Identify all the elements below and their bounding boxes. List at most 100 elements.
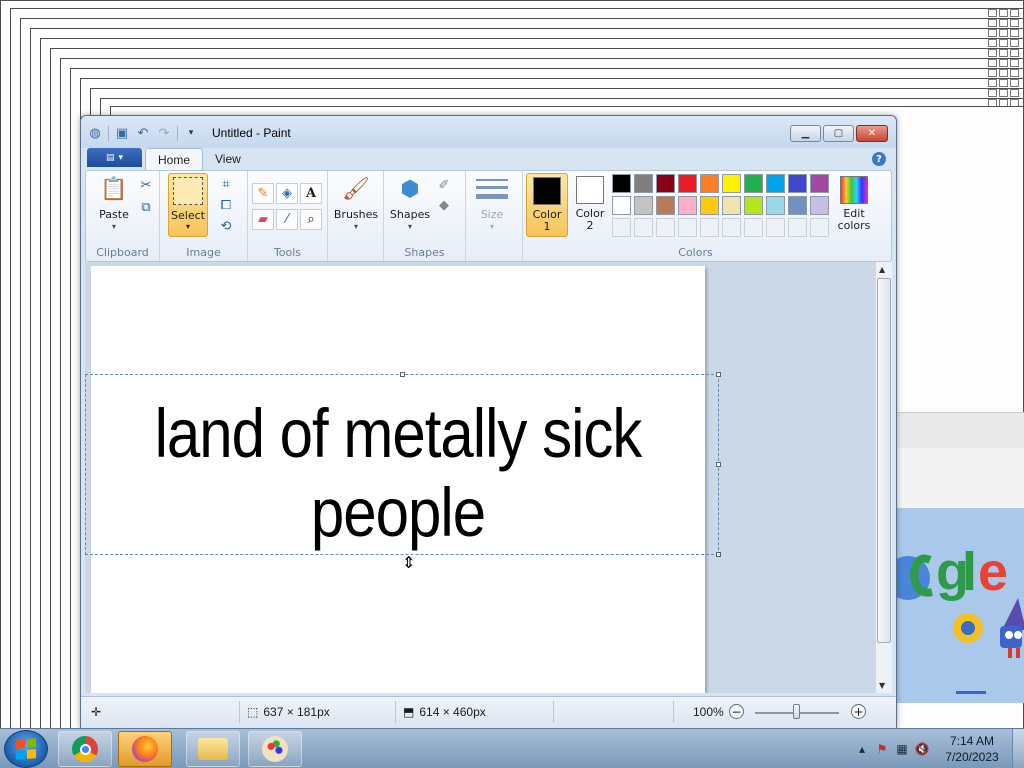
- shapes-label: Shapes: [389, 208, 431, 221]
- paint-app-icon[interactable]: ◍: [87, 125, 103, 141]
- palette-swatch[interactable]: [700, 174, 719, 193]
- divider: [239, 701, 240, 723]
- show-hidden-icons-icon[interactable]: ▴: [852, 739, 872, 759]
- selection-handle[interactable]: [716, 372, 721, 377]
- fill-icon[interactable]: ◈: [276, 183, 298, 204]
- clipboard-icon: 📋: [100, 177, 128, 202]
- title-bar[interactable]: ◍ ▣ ↶ ↷ ▾ Untitled - Paint ▁ ▢ ✕: [81, 116, 896, 148]
- outline-icon[interactable]: ✐: [434, 175, 454, 195]
- vertical-scrollbar[interactable]: ▲ ▼: [875, 262, 892, 693]
- palette-swatch[interactable]: [766, 174, 785, 193]
- redo-icon[interactable]: ↷: [156, 125, 172, 141]
- brushes-button[interactable]: 🖌 Brushes ▾: [334, 174, 378, 236]
- close-button[interactable]: ✕: [856, 125, 888, 142]
- zoom-in-button[interactable]: +: [851, 704, 866, 719]
- show-desktop-button[interactable]: [1012, 729, 1024, 768]
- custom-color-slot[interactable]: [678, 218, 697, 237]
- selection-handle[interactable]: [716, 462, 721, 467]
- volume-muted-icon[interactable]: 🔇: [912, 739, 932, 759]
- palette-swatch[interactable]: [810, 174, 829, 193]
- maximize-button[interactable]: ▢: [823, 125, 854, 142]
- palette-swatch[interactable]: [656, 196, 675, 215]
- taskbar-explorer[interactable]: [186, 731, 240, 767]
- clock[interactable]: 7:14 AM 7/20/2023: [932, 733, 1012, 765]
- image-group: Select ▾ ⌗ ⧠ ⟲ Image: [160, 171, 248, 261]
- palette-swatch[interactable]: [744, 196, 763, 215]
- custom-color-slot[interactable]: [788, 218, 807, 237]
- palette-swatch[interactable]: [634, 174, 653, 193]
- network-icon[interactable]: ▦: [892, 739, 912, 759]
- palette-swatch[interactable]: [722, 196, 741, 215]
- palette-swatch[interactable]: [788, 196, 807, 215]
- palette-swatch[interactable]: [788, 174, 807, 193]
- cut-icon[interactable]: ✂: [136, 175, 156, 195]
- action-center-icon[interactable]: ⚑: [872, 739, 892, 759]
- paint-icon: [262, 736, 288, 762]
- palette-swatch[interactable]: [810, 196, 829, 215]
- customize-toolbar-icon[interactable]: ▾: [183, 125, 199, 141]
- tab-home[interactable]: Home: [145, 148, 204, 170]
- custom-color-slot[interactable]: [612, 218, 631, 237]
- taskbar-chrome[interactable]: [58, 731, 112, 767]
- shapes-button[interactable]: ⬢ Shapes ▾: [388, 174, 432, 236]
- palette-swatch[interactable]: [612, 174, 631, 193]
- color2-button[interactable]: Color 2: [569, 173, 611, 237]
- zoom-out-button[interactable]: −: [729, 704, 744, 719]
- palette-swatch[interactable]: [634, 196, 653, 215]
- help-icon[interactable]: ?: [872, 152, 886, 166]
- magnifier-icon[interactable]: ⌕: [300, 209, 322, 230]
- canvas-area[interactable]: land of metally sick people ⇕: [85, 262, 877, 693]
- eraser-icon[interactable]: ▰: [252, 209, 274, 230]
- size-button[interactable]: Size ▾: [472, 174, 512, 236]
- color-picker-icon[interactable]: ⁄: [276, 209, 298, 230]
- palette-swatch[interactable]: [744, 174, 763, 193]
- scroll-down-icon[interactable]: ▼: [879, 681, 885, 690]
- palette-swatch[interactable]: [678, 196, 697, 215]
- minimize-button[interactable]: ▁: [790, 125, 821, 142]
- clipboard-group-label: Clipboard: [96, 246, 149, 259]
- custom-color-slot[interactable]: [744, 218, 763, 237]
- rotate-icon[interactable]: ⟲: [216, 216, 236, 236]
- scrollbar-thumb[interactable]: [877, 278, 891, 643]
- text-icon[interactable]: A: [300, 183, 322, 204]
- palette-swatch[interactable]: [700, 196, 719, 215]
- file-menu-button[interactable]: ▤ ▾: [87, 148, 142, 167]
- google-doodle-image[interactable]: g l e: [896, 508, 1024, 703]
- crop-icon[interactable]: ⌗: [216, 174, 236, 194]
- pencil-icon[interactable]: ✎: [252, 183, 274, 204]
- custom-color-slot[interactable]: [810, 218, 829, 237]
- edit-colors-button[interactable]: Edit colors: [832, 173, 876, 237]
- custom-color-slot[interactable]: [722, 218, 741, 237]
- select-button[interactable]: Select ▾: [168, 173, 208, 237]
- palette-swatch[interactable]: [722, 174, 741, 193]
- drawing-canvas[interactable]: land of metally sick people ⇕: [85, 266, 721, 693]
- paste-button[interactable]: 📋 Paste ▾: [94, 174, 134, 236]
- selection-handle[interactable]: [716, 552, 721, 557]
- start-button[interactable]: [4, 730, 48, 768]
- zoom-slider-thumb[interactable]: [793, 704, 800, 719]
- paint-window[interactable]: ◍ ▣ ↶ ↷ ▾ Untitled - Paint ▁ ▢ ✕ ▤ ▾ Home…: [80, 115, 897, 729]
- resize-icon[interactable]: ⧠: [216, 195, 236, 215]
- scroll-up-icon[interactable]: ▲: [879, 265, 885, 274]
- taskbar-paint[interactable]: [248, 731, 302, 767]
- fill-style-icon[interactable]: ◆: [434, 195, 454, 215]
- save-icon[interactable]: ▣: [114, 125, 130, 141]
- custom-color-slot[interactable]: [656, 218, 675, 237]
- color1-button[interactable]: Color 1: [526, 173, 568, 237]
- custom-color-slot[interactable]: [700, 218, 719, 237]
- clock-time: 7:14 AM: [949, 734, 995, 748]
- taskbar-firefox[interactable]: [118, 731, 172, 767]
- custom-color-slot[interactable]: [634, 218, 653, 237]
- selection-box[interactable]: [85, 372, 721, 557]
- custom-color-slot[interactable]: [766, 218, 785, 237]
- tab-view[interactable]: View: [203, 148, 253, 170]
- selection-size-value: 637 × 181px: [263, 705, 330, 719]
- palette-swatch[interactable]: [612, 196, 631, 215]
- selection-handle[interactable]: [400, 372, 405, 377]
- palette-swatch[interactable]: [766, 196, 785, 215]
- undo-icon[interactable]: ↶: [135, 125, 151, 141]
- palette-swatch[interactable]: [678, 174, 697, 193]
- copy-icon[interactable]: ⧉: [136, 197, 156, 217]
- palette-swatch[interactable]: [656, 174, 675, 193]
- selection-size: ⬚ 637 × 181px: [247, 705, 330, 719]
